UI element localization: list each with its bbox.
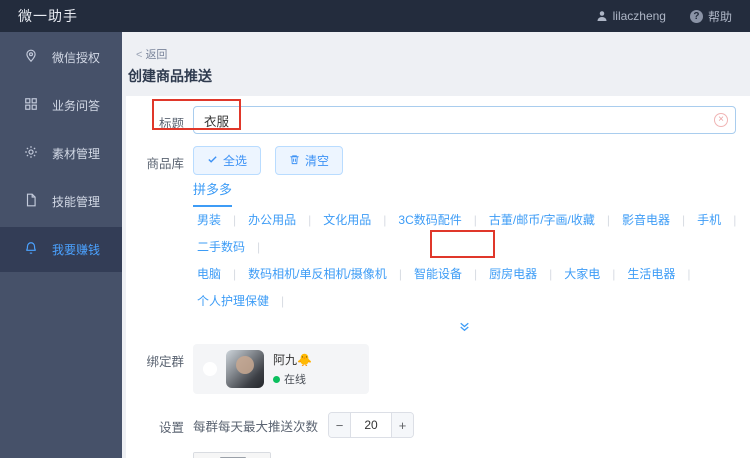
app-window: 微一助手 lilaczheng ? 帮助 微信授权 业务问答 素材管理 技能管理…	[0, 0, 750, 458]
pin-icon	[24, 49, 38, 66]
title-input[interactable]	[193, 106, 736, 134]
category-link[interactable]: 古董/邮币/字画/收藏	[489, 207, 595, 234]
bell-icon	[24, 241, 38, 258]
push-count-value[interactable]: 20	[351, 413, 392, 437]
category-link[interactable]: 3C数码配件	[398, 207, 461, 234]
category-link[interactable]: 智能设备	[414, 261, 462, 288]
online-status: 在线	[284, 374, 306, 386]
category-divider: |	[606, 213, 611, 227]
select-all-icon	[207, 154, 218, 168]
group-radio[interactable]	[203, 362, 217, 376]
category-row-1: 男装 | 办公用品 | 文化用品 | 3C数码配件 | 古董/邮币/字画/收藏 …	[193, 207, 750, 261]
category-link[interactable]: 手机	[697, 207, 721, 234]
category-divider: |	[398, 267, 402, 281]
category-row-2: 电脑 | 数码相机/单反相机/摄像机 | 智能设备 | 厨房电器 | 大家电 |…	[193, 261, 750, 315]
sidebar-item-material-mgmt[interactable]: 素材管理	[0, 131, 122, 176]
category-divider: |	[233, 213, 237, 227]
select-all-button[interactable]: 全选	[193, 146, 262, 175]
select-all-label: 全选	[223, 154, 248, 168]
settings-label: 设置	[158, 421, 184, 435]
category-link[interactable]: 生活电器	[627, 261, 675, 288]
category-divider: |	[549, 267, 553, 281]
clear-button[interactable]: 清空	[275, 146, 344, 175]
category-link[interactable]: 文化用品	[323, 207, 371, 234]
sidebar-item-skill-mgmt[interactable]: 技能管理	[0, 179, 122, 224]
settings-text: 每群每天最大推送次数	[193, 419, 319, 434]
category-divider: |	[733, 213, 737, 227]
help-icon: ?	[689, 9, 703, 23]
category-link[interactable]: 男装	[197, 207, 221, 234]
category-link[interactable]: 办公用品	[248, 207, 296, 234]
category-link[interactable]: 厨房电器	[489, 261, 537, 288]
title-row: 标题 ×	[126, 106, 750, 134]
gear-icon	[24, 145, 38, 162]
sidebar-item-label: 微信授权	[52, 51, 101, 65]
decrement-button[interactable]: −	[329, 413, 352, 437]
back-link[interactable]: < 返回	[122, 32, 750, 64]
sidebar-item-label: 素材管理	[52, 147, 101, 161]
library-label: 商品库	[146, 157, 184, 171]
tab-pinduoduo[interactable]: 拼多多	[193, 179, 233, 207]
form-card: 标题 × 商品库	[126, 96, 750, 458]
chat-title-bar	[194, 453, 270, 458]
online-dot-icon	[273, 375, 280, 383]
category-divider: |	[281, 294, 285, 308]
help-label: 帮助	[707, 9, 732, 24]
push-effect-row: 推送效果	[126, 452, 750, 458]
back-arrow-icon: <	[136, 49, 143, 61]
category-link[interactable]: 影音电器	[622, 207, 670, 234]
category-divider: |	[383, 213, 387, 227]
category-link[interactable]: 个人护理保健	[197, 288, 269, 315]
clear-label: 清空	[305, 154, 330, 168]
settings-row: 设置 每群每天最大推送次数 − 20 +	[126, 412, 750, 438]
category-divider: |	[257, 240, 261, 254]
library-row: 商品库 全选 清空 拼多多 男装 | 办公用品 | 文化用品 | 3C数码配件 …	[126, 146, 750, 340]
category-link[interactable]: 电脑	[197, 261, 221, 288]
clear-input-icon[interactable]: ×	[714, 113, 728, 127]
app-title: 微一助手	[18, 8, 78, 24]
category-divider: |	[473, 213, 477, 227]
group-name: 阿九🐥	[273, 353, 312, 367]
sidebar: 微信授权 业务问答 素材管理 技能管理 我要赚钱	[0, 32, 122, 458]
back-label: 返回	[145, 49, 168, 61]
category-link[interactable]: 数码相机/单反相机/摄像机	[248, 261, 387, 288]
push-effect-label: 推送效果	[126, 452, 184, 458]
category-divider: |	[612, 267, 616, 281]
group-card[interactable]: 阿九🐥 在线	[193, 344, 369, 394]
top-bar: 微一助手 lilaczheng ? 帮助	[0, 0, 750, 32]
document-icon	[24, 193, 38, 210]
group-avatar	[226, 350, 264, 388]
page-title: 创建商品推送	[128, 68, 212, 84]
trash-icon	[289, 154, 300, 168]
sidebar-item-make-money[interactable]: 我要赚钱	[0, 227, 122, 272]
user-menu[interactable]: lilaczheng	[596, 9, 666, 23]
grid-icon	[24, 97, 38, 114]
double-chevron-down-icon	[458, 320, 471, 337]
title-label: 标题	[158, 117, 184, 131]
push-count-stepper: − 20 +	[328, 412, 415, 438]
category-link[interactable]: 大家电	[564, 261, 600, 288]
username: lilaczheng	[612, 9, 666, 23]
category-link[interactable]: 二手数码	[197, 234, 245, 261]
category-divider: |	[687, 267, 691, 281]
sidebar-item-label: 我要赚钱	[52, 243, 101, 257]
bound-group-row: 绑定群 阿九🐥 在线	[126, 344, 750, 394]
sidebar-item-wechat-auth[interactable]: 微信授权	[0, 35, 122, 80]
user-icon	[596, 10, 608, 22]
category-divider: |	[233, 267, 237, 281]
category-divider: |	[682, 213, 686, 227]
main-content: <返回 创建商品推送 标题 × 商品库	[122, 32, 750, 458]
increment-button[interactable]: +	[391, 413, 414, 437]
sidebar-item-business-qa[interactable]: 业务问答	[0, 83, 122, 128]
help-link[interactable]: ? 帮助	[689, 8, 732, 25]
expand-categories-button[interactable]	[448, 318, 481, 340]
push-effect-preview-image	[193, 452, 271, 458]
category-divider: |	[308, 213, 312, 227]
sidebar-item-label: 技能管理	[52, 195, 101, 209]
category-divider: |	[473, 267, 478, 281]
sidebar-item-label: 业务问答	[52, 99, 101, 113]
bound-group-label: 绑定群	[146, 355, 184, 369]
